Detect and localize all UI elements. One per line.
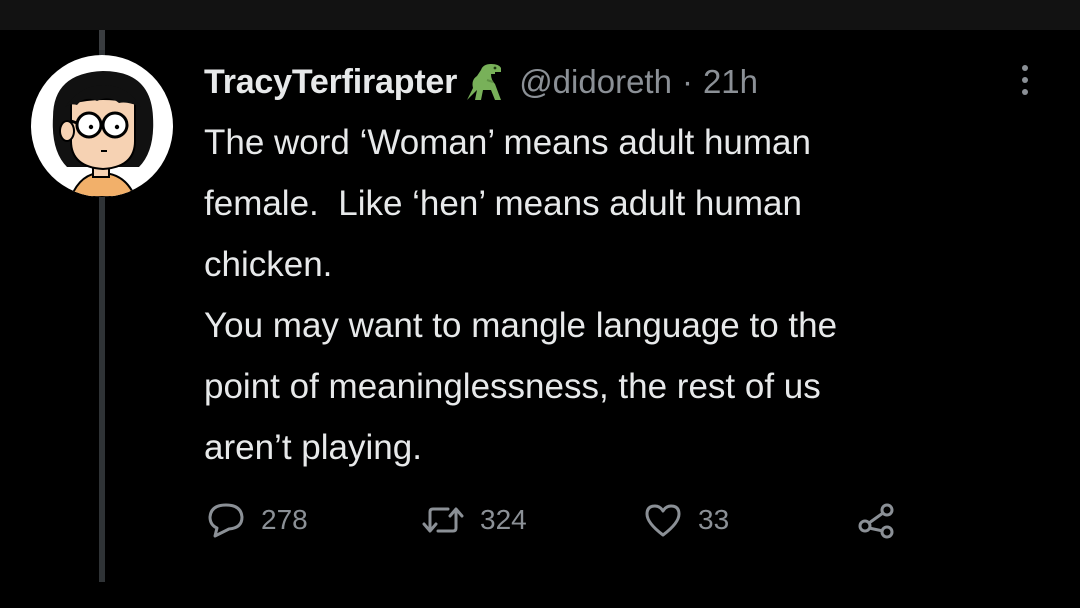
top-bar bbox=[0, 0, 1080, 30]
tweet-text: The word ‘Woman’ means adult human femal… bbox=[204, 123, 838, 467]
thread-line-top bbox=[99, 30, 105, 50]
tweet-actions: 278 324 33 bbox=[205, 497, 945, 543]
avatar[interactable] bbox=[31, 55, 173, 197]
display-name[interactable]: TracyTerfirapter bbox=[204, 63, 457, 102]
speech-bubble-icon bbox=[205, 500, 247, 540]
cartoon-avatar-image bbox=[52, 71, 154, 197]
reply-button[interactable]: 278 bbox=[205, 497, 308, 543]
user-handle[interactable]: @didoreth bbox=[519, 63, 672, 101]
vertical-dots-icon[interactable] bbox=[1013, 60, 1037, 100]
t-rex-icon bbox=[461, 60, 509, 104]
like-count: 33 bbox=[698, 504, 730, 535]
like-button[interactable]: 33 bbox=[642, 497, 729, 543]
retweet-count: 324 bbox=[480, 504, 527, 535]
separator-dot: · bbox=[681, 63, 693, 100]
retweet-arrows-icon bbox=[420, 500, 466, 540]
heart-icon bbox=[642, 500, 684, 540]
share-button[interactable] bbox=[855, 497, 899, 543]
timestamp[interactable]: 21h bbox=[703, 63, 758, 101]
tweet-header: TracyTerfirapter @didoreth · 21h bbox=[204, 60, 758, 104]
reply-count: 278 bbox=[261, 504, 308, 535]
retweet-button[interactable]: 324 bbox=[420, 497, 527, 543]
share-icon bbox=[855, 500, 899, 540]
